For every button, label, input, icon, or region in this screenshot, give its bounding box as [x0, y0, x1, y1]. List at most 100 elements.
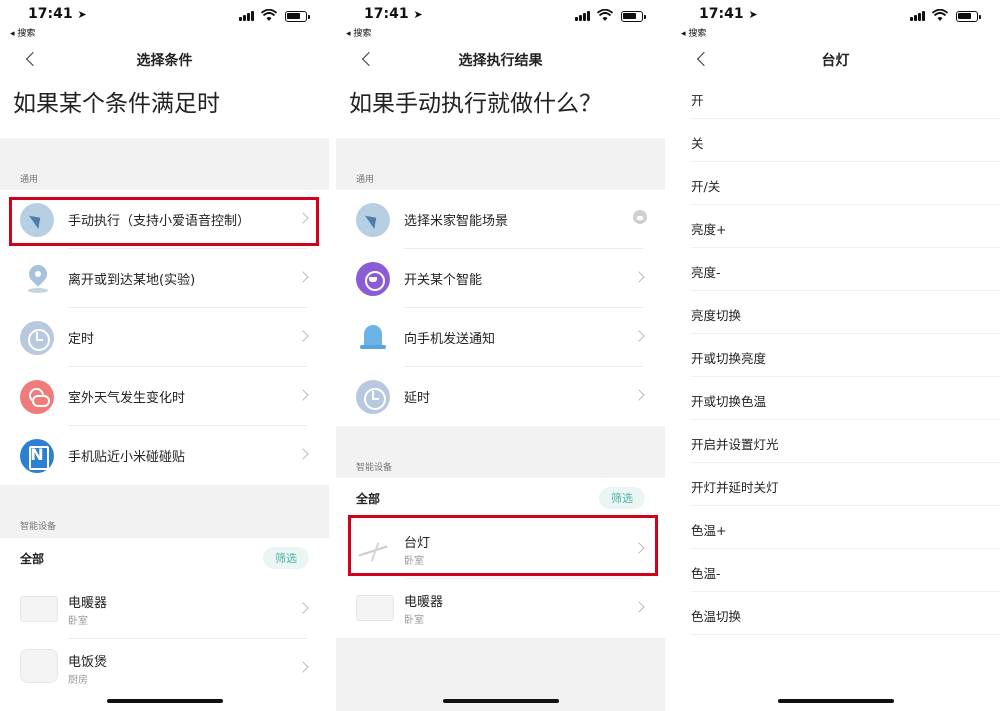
device-row-lamp[interactable]: 台灯 卧室: [336, 520, 665, 579]
lamp-panel: 17:41 ➤ ◂ 搜索 台灯 开 关 开/关 亮度+ 亮度- 亮度切换 开或切…: [671, 0, 1000, 711]
option-label: 开启并设置灯光: [691, 437, 779, 452]
clock-icon: [20, 321, 54, 355]
option-brightness-up[interactable]: 亮度+: [671, 205, 1000, 248]
general-list: 选择米家智能场景 开关某个智能 向手机发送通知 延时: [336, 190, 665, 426]
chevron-right-icon: [633, 271, 645, 283]
chevron-right-icon: [633, 542, 645, 554]
option-color-temp-up[interactable]: 色温+: [671, 506, 1000, 549]
location-arrow-icon: ➤: [413, 8, 423, 21]
back-to-app-link[interactable]: ◂ 搜索: [346, 26, 371, 39]
device-room: 卧室: [404, 556, 424, 567]
option-brightness-down[interactable]: 亮度-: [671, 248, 1000, 291]
option-color-temp-cycle[interactable]: 色温切换: [671, 592, 1000, 635]
page-headline: 如果某个条件满足时: [0, 76, 329, 138]
wifi-icon: [597, 9, 613, 21]
location-arrow-icon: ➤: [77, 8, 87, 21]
device-room: 卧室: [404, 615, 424, 626]
back-to-app-link[interactable]: ◂ 搜索: [10, 26, 35, 39]
chevron-right-icon: [633, 601, 645, 613]
list-item-label: 手动执行（支持小爱语音控制）: [68, 214, 251, 229]
nav-bar: 选择执行结果: [336, 44, 665, 76]
list-item-weather[interactable]: 室外天气发生变化时: [0, 367, 329, 426]
back-to-app-link[interactable]: ◂ 搜索: [681, 26, 706, 39]
bell-icon: [356, 321, 390, 355]
device-row-heater[interactable]: 电暖器 卧室: [336, 579, 665, 638]
signal-icon: [575, 11, 591, 21]
nav-bar: 选择条件: [0, 44, 329, 76]
list-item-label: 开关某个智能: [404, 273, 483, 288]
home-indicator[interactable]: [442, 699, 559, 703]
all-devices-label: 全部: [356, 492, 381, 506]
device-room: 卧室: [68, 616, 88, 627]
home-indicator[interactable]: [106, 699, 223, 703]
battery-icon: [285, 11, 310, 22]
option-off[interactable]: 关: [671, 119, 1000, 162]
home-indicator[interactable]: [777, 699, 894, 703]
device-row-cooker[interactable]: 电饭煲 厨房: [0, 639, 329, 698]
chevron-right-icon: [297, 389, 309, 401]
desk-lamp-icon: [356, 536, 394, 562]
wifi-icon: [261, 9, 277, 21]
list-item-timer[interactable]: 定时: [0, 308, 329, 367]
list-item-notify[interactable]: 向手机发送通知: [336, 308, 665, 367]
device-list: 全部 筛选 台灯 卧室 电暖器 卧室: [336, 478, 665, 638]
option-color-temp-down[interactable]: 色温-: [671, 549, 1000, 592]
condition-panel: 17:41 ➤ ◂ 搜索 选择条件 如果某个条件满足时 通用 手动执行（支持小爱…: [0, 0, 329, 711]
heater-icon: [356, 595, 394, 621]
list-item-nfc[interactable]: 手机贴近小米碰碰贴: [0, 426, 329, 485]
delay-icon: [356, 380, 390, 414]
nav-bar: 台灯: [671, 44, 1000, 76]
general-list: 手动执行（支持小爱语音控制） 离开或到达某地(实验) 定时 室外天气发生变化时 …: [0, 190, 329, 485]
list-item-scene[interactable]: 选择米家智能场景: [336, 190, 665, 249]
chevron-right-icon: [297, 271, 309, 283]
status-time: 17:41: [699, 6, 744, 22]
list-item-manual[interactable]: 手动执行（支持小爱语音控制）: [0, 190, 329, 249]
list-item-label: 离开或到达某地(实验): [68, 273, 196, 288]
rice-cooker-icon: [20, 649, 58, 683]
list-item-delay[interactable]: 延时: [336, 367, 665, 426]
option-brightness-cycle[interactable]: 亮度切换: [671, 291, 1000, 334]
list-item-label: 向手机发送通知: [404, 332, 496, 347]
filter-button[interactable]: 筛选: [599, 487, 645, 509]
list-item-label: 室外天气发生变化时: [68, 391, 186, 406]
option-label: 亮度切换: [691, 308, 742, 323]
option-label: 亮度+: [691, 222, 727, 237]
status-bar: 17:41 ➤ ◂ 搜索: [336, 0, 665, 44]
wifi-icon: [932, 9, 948, 21]
list-item-label: 延时: [404, 391, 431, 406]
heater-icon: [20, 596, 58, 622]
device-row-heater[interactable]: 电暖器 卧室: [0, 580, 329, 639]
option-on-or-color-temp[interactable]: 开或切换色温: [671, 377, 1000, 420]
nfc-icon: [20, 439, 54, 473]
option-toggle[interactable]: 开/关: [671, 162, 1000, 205]
cursor-icon: [20, 203, 54, 237]
status-time: 17:41: [364, 6, 409, 22]
status-bar: 17:41 ➤ ◂ 搜索: [671, 0, 1000, 44]
device-room: 厨房: [68, 675, 88, 686]
device-name: 电暖器: [68, 596, 108, 611]
signal-icon: [910, 11, 926, 21]
list-item-location[interactable]: 离开或到达某地(实验): [0, 249, 329, 308]
filter-button[interactable]: 筛选: [263, 547, 309, 569]
battery-icon: [621, 11, 646, 22]
nav-title: 选择执行结果: [458, 53, 543, 69]
chevron-right-icon: [633, 330, 645, 342]
all-devices-label: 全部: [20, 552, 45, 566]
option-label: 关: [691, 136, 704, 151]
option-on[interactable]: 开: [671, 76, 1000, 119]
option-label: 色温-: [691, 566, 721, 581]
chevron-right-icon: [297, 448, 309, 460]
device-list: 全部 筛选 电暖器 卧室 电饭煲 厨房: [0, 538, 329, 711]
option-label: 亮度-: [691, 265, 721, 280]
option-label: 色温+: [691, 523, 727, 538]
status-time: 17:41: [28, 6, 73, 22]
option-on-set-light[interactable]: 开启并设置灯光: [671, 420, 1000, 463]
list-item-label: 手机贴近小米碰碰贴: [68, 450, 186, 465]
option-on-or-brightness[interactable]: 开或切换亮度: [671, 334, 1000, 377]
section-label-devices: 智能设备: [20, 522, 57, 532]
chevron-right-icon: [297, 330, 309, 342]
list-item-label: 选择米家智能场景: [404, 214, 509, 229]
smart-icon: [356, 262, 390, 296]
list-item-toggle-smart[interactable]: 开关某个智能: [336, 249, 665, 308]
option-on-delay-off[interactable]: 开灯并延时关灯: [671, 463, 1000, 506]
